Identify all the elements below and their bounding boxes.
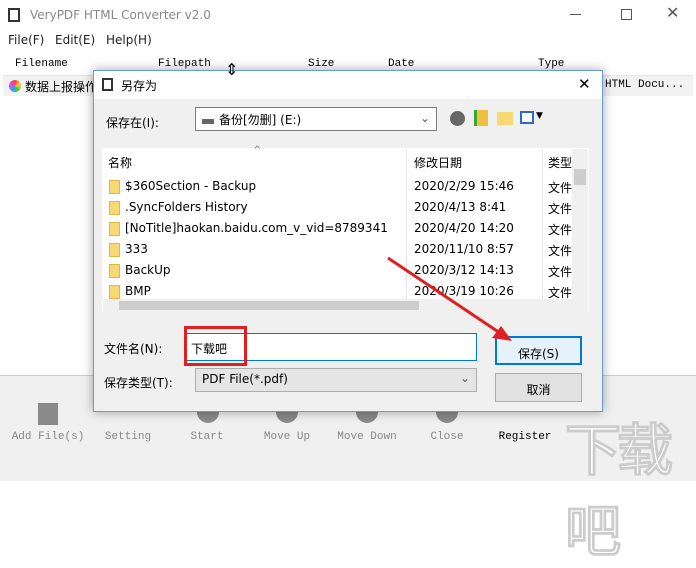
annotation-arrow (387, 256, 512, 341)
resize-cursor-icon: ⇕ (225, 60, 239, 79)
arrow-shaft (387, 256, 501, 335)
